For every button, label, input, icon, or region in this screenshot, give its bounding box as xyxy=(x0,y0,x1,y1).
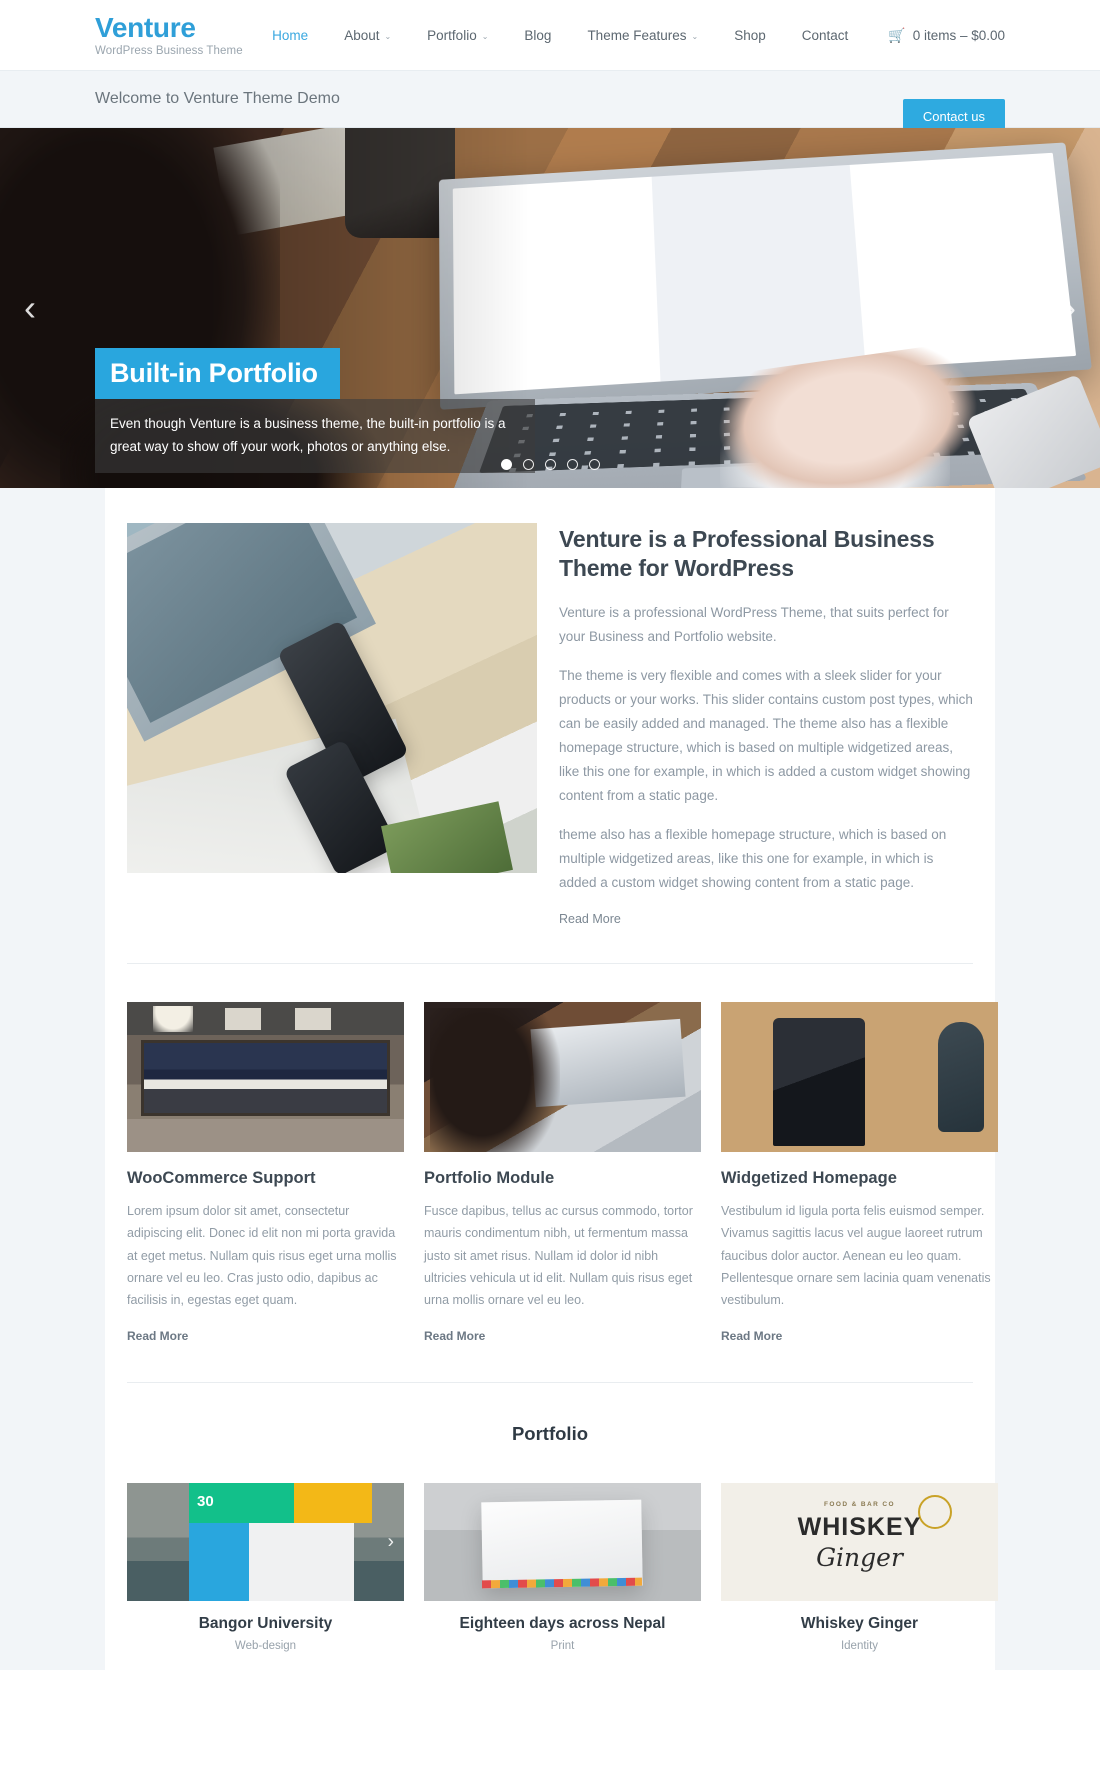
main-navigation: Home About ⌄ Portfolio ⌄ Blog Theme Feat… xyxy=(254,28,1005,43)
nav-label: About xyxy=(344,27,380,43)
nav-label: Blog xyxy=(524,27,552,43)
feature-text: Fusce dapibus, tellus ac cursus commodo,… xyxy=(424,1204,693,1308)
slider-dot-3[interactable] xyxy=(544,459,556,470)
features-section: WooCommerce Support Lorem ipsum dolor si… xyxy=(127,964,998,1345)
portfolio-section-title: Portfolio xyxy=(511,1423,589,1445)
feature-read-more-link[interactable]: Read More xyxy=(424,1329,485,1343)
intro-title: Venture is a Professional Business Theme… xyxy=(559,526,935,582)
portfolio-item-category: Identity xyxy=(840,1640,879,1653)
portfolio-item-name[interactable]: Eighteen days across Nepal xyxy=(424,1615,701,1633)
nav-label: Theme Features xyxy=(587,27,687,43)
feature-card: Portfolio Module Fusce dapibus, tellus a… xyxy=(424,1002,701,1345)
chevron-down-icon: ⌄ xyxy=(384,31,392,41)
hero-slider: Built-in Portfolio Even though Venture i… xyxy=(0,128,1100,488)
nav-item-home[interactable]: Home xyxy=(254,28,326,43)
nav-label: Shop xyxy=(734,27,766,43)
portfolio-item: 30 › Bangor University Web-design xyxy=(127,1483,404,1652)
nav-item-portfolio[interactable]: Portfolio ⌄ xyxy=(409,28,506,43)
portfolio-art-top: FOOD & BAR CO xyxy=(824,1501,895,1509)
brand-tagline: WordPress Business Theme xyxy=(95,45,243,58)
chevron-down-icon: ⌄ xyxy=(691,31,699,41)
slider-prev-arrow-icon[interactable]: ‹ xyxy=(24,290,36,326)
slide-caption: Built-in Portfolio Even though Venture i… xyxy=(95,348,535,473)
portfolio-item: Eighteen days across Nepal Print xyxy=(424,1483,701,1652)
cart-summary-label: 0 items – $0.00 xyxy=(912,27,1005,43)
portfolio-art-sub: Ginger xyxy=(816,1543,903,1573)
nav-label: Home xyxy=(272,27,309,43)
feature-text: Lorem ipsum dolor sit amet, consectetur … xyxy=(127,1204,397,1308)
feature-read-more-link[interactable]: Read More xyxy=(721,1329,782,1343)
slider-dot-5[interactable] xyxy=(588,459,600,470)
slider-dot-1[interactable] xyxy=(500,459,512,470)
portfolio-image-whiskey-ginger[interactable]: FOOD & BAR CO WHISKEY Ginger xyxy=(721,1483,998,1602)
intro-text: Venture is a Professional Business Theme… xyxy=(559,523,973,928)
portfolio-badge: 30 xyxy=(197,1493,214,1511)
feature-card: WooCommerce Support Lorem ipsum dolor si… xyxy=(127,1002,404,1345)
portfolio-item-name[interactable]: Whiskey Ginger xyxy=(721,1615,998,1633)
slide-title: Built-in Portfolio xyxy=(95,348,340,400)
portfolio-item-category: Web-design xyxy=(234,1640,297,1653)
feature-image-portfolio[interactable] xyxy=(424,1002,701,1153)
feature-card: Widgetized Homepage Vestibulum id ligula… xyxy=(721,1002,998,1345)
feature-text: Vestibulum id ligula porta felis euismod… xyxy=(721,1204,991,1308)
slider-next-arrow-icon[interactable]: › xyxy=(1064,290,1076,326)
content-card-tail xyxy=(127,1652,973,1671)
portfolio-item-category: Print xyxy=(550,1640,575,1653)
content-card: Venture is a Professional Business Theme… xyxy=(105,488,998,1671)
portfolio-next-arrow-icon[interactable]: › xyxy=(388,1533,394,1552)
slider-pagination xyxy=(0,459,1100,470)
intro-image xyxy=(127,523,537,873)
brand-title: Venture xyxy=(95,11,196,43)
portfolio-image-bangor-university[interactable]: 30 › xyxy=(127,1483,404,1602)
intro-paragraph-2: The theme is very flexible and comes wit… xyxy=(559,667,973,803)
nav-item-blog[interactable]: Blog xyxy=(506,28,569,43)
feature-image-woocommerce[interactable] xyxy=(127,1002,404,1153)
portfolio-grid: 30 › Bangor University Web-design Eighte… xyxy=(127,1483,998,1652)
nav-label: Contact xyxy=(801,27,849,43)
portfolio-image-eighteen-days-across-nepal[interactable] xyxy=(424,1483,701,1602)
welcome-message: Welcome to Venture Theme Demo xyxy=(95,90,340,107)
brand-logo[interactable]: Venture WordPress Business Theme xyxy=(95,11,254,58)
feature-image-widgetized[interactable] xyxy=(721,1002,998,1153)
intro-read-more-link[interactable]: Read More xyxy=(559,912,621,926)
slider-dot-4[interactable] xyxy=(566,459,578,470)
feature-title: Widgetized Homepage xyxy=(721,1169,897,1188)
intro-paragraph-1: Venture is a professional WordPress Them… xyxy=(559,604,949,644)
intro-section: Venture is a Professional Business Theme… xyxy=(127,523,973,928)
feature-title: Portfolio Module xyxy=(424,1169,555,1188)
portfolio-item-name[interactable]: Bangor University xyxy=(127,1615,404,1633)
slider-dot-2[interactable] xyxy=(522,459,534,470)
feature-title: WooCommerce Support xyxy=(127,1169,316,1188)
portfolio-art-main: WHISKEY xyxy=(797,1513,922,1542)
cart-icon: 🛒 xyxy=(888,27,906,43)
nav-label: Portfolio xyxy=(427,27,477,43)
feature-read-more-link[interactable]: Read More xyxy=(127,1329,188,1343)
cart-link[interactable]: 🛒 0 items – $0.00 xyxy=(866,28,1005,43)
chevron-down-icon: ⌄ xyxy=(481,31,489,41)
nav-item-about[interactable]: About ⌄ xyxy=(326,28,409,43)
nav-item-contact[interactable]: Contact xyxy=(784,28,867,43)
nav-item-theme-features[interactable]: Theme Features ⌄ xyxy=(569,28,716,43)
portfolio-item: FOOD & BAR CO WHISKEY Ginger Whiskey Gin… xyxy=(721,1483,998,1652)
page-background: Venture is a Professional Business Theme… xyxy=(0,488,1100,1671)
nav-item-shop[interactable]: Shop xyxy=(716,28,784,43)
site-header: Venture WordPress Business Theme Home Ab… xyxy=(0,0,1100,70)
welcome-bar: Welcome to Venture Theme Demo Contact us xyxy=(0,70,1100,134)
intro-paragraph-3: theme also has a flexible homepage struc… xyxy=(559,827,947,891)
